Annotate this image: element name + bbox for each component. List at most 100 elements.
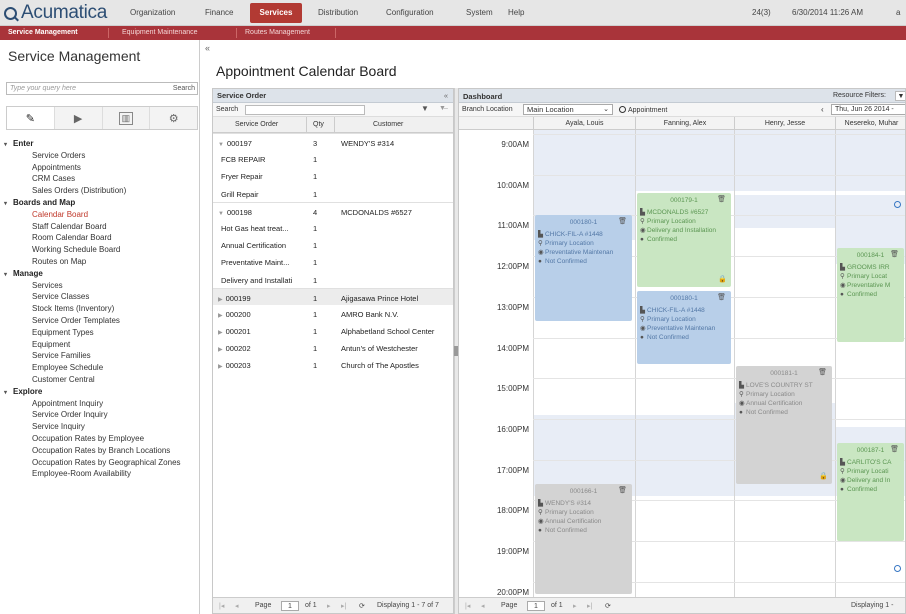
collapse-panel-icon[interactable]: « [205,43,210,53]
sidebar-item-equipment-types[interactable]: Equipment Types [4,327,200,339]
first-page-icon[interactable]: |◂ [219,602,224,610]
sidebar-item-service-order-inquiry[interactable]: Service Order Inquiry [4,409,200,421]
table-row[interactable]: Grill Repair 1 [213,185,453,202]
nav-finance[interactable]: Finance [205,8,233,17]
table-row[interactable]: ▼ 000197 3 WENDY'S #314 [213,133,453,150]
table-row[interactable]: ▼ 000198 4 MCDONALDS #6527 [213,201,453,219]
resource-header-fanning-alex[interactable]: Fanning, Alex [635,117,734,130]
tree-group-enter[interactable]: ▾ Enter [4,138,200,150]
table-row[interactable]: ▶ 000200 1 AMRO Bank N.V. [213,305,453,322]
trash-icon[interactable]: 🗑 [717,195,726,204]
refresh-icon[interactable]: ⟳ [605,602,611,610]
branch-location-select[interactable]: Main Location ⌄ [523,104,613,115]
resource-filter-icon[interactable]: ▼ [895,91,905,101]
previous-date-icon[interactable]: ‹ [821,105,824,114]
column-qty[interactable]: Qty [313,121,324,128]
collapse-icon[interactable]: ▶ [218,297,223,303]
trash-icon[interactable]: 🗑 [618,217,627,226]
last-page-icon[interactable]: ▸| [341,602,346,610]
tab-enter[interactable]: ✎ [7,107,55,129]
date-selector[interactable]: Thu, Jun 26 2014 - [831,104,905,115]
collapse-icon[interactable]: ▶ [218,313,223,319]
tab-reports[interactable]: ▥ [103,107,151,129]
table-row[interactable]: Fryer Repair 1 [213,167,453,184]
sidebar-item-service-classes[interactable]: Service Classes [4,291,200,303]
search-input[interactable]: Type your query here Search [6,82,198,95]
last-page-icon[interactable]: ▸| [587,602,592,610]
collapse-icon[interactable]: ▶ [218,364,223,370]
nav-system[interactable]: System [466,8,493,17]
appointment-card[interactable]: 000184-1 🗑 ▙ GROOMS IRR ⚲ Primary Locat ◉Preve… [837,248,904,342]
sidebar-item-employee-schedule[interactable]: Employee Schedule [4,362,200,374]
resource-header-henry-jesse[interactable]: Henry, Jesse [734,117,835,130]
sidebar-item-service-inquiry[interactable]: Service Inquiry [4,421,200,433]
trash-icon[interactable]: 🗑 [717,293,726,302]
table-row[interactable]: Annual Certification 1 [213,236,453,253]
page-input[interactable]: 1 [527,601,545,611]
sidebar-item-appointment-inquiry[interactable]: Appointment Inquiry [4,398,200,410]
table-row[interactable]: FCB REPAIR 1 [213,150,453,167]
collapse-icon[interactable]: ▶ [218,330,223,336]
sidebar-item-occupation-rates-by-employee[interactable]: Occupation Rates by Employee [4,433,200,445]
subnav-routes-management[interactable]: Routes Management [245,29,310,36]
table-row[interactable]: ▶ 000202 1 Antun's of Westchester [213,339,453,356]
clear-filter-icon[interactable]: ▼̶ [439,105,446,112]
sidebar-item-service-orders[interactable]: Service Orders [4,150,200,162]
logo[interactable]: Acumatica [4,2,107,24]
trash-icon[interactable]: 🗑 [818,368,827,377]
sidebar-item-service-order-templates[interactable]: Service Order Templates [4,315,200,327]
sidebar-item-working-schedule-board[interactable]: Working Schedule Board [4,244,200,256]
expand-icon[interactable]: ▼ [218,142,224,148]
tab-processes[interactable]: ▶ [55,107,103,129]
appointment-card[interactable]: 000181-1 🗑 ▙ LOVE'S COUNTRY ST ⚲ Primary Loca… [736,366,832,485]
collapse-icon[interactable]: ▶ [218,347,223,353]
nav-help[interactable]: Help [508,8,524,17]
prev-page-icon[interactable]: ◂ [235,602,239,610]
first-page-icon[interactable]: |◂ [465,602,470,610]
collapse-icon[interactable]: « [444,89,448,103]
nav-distribution[interactable]: Distribution [318,8,358,17]
sidebar-item-room-calendar-board[interactable]: Room Calendar Board [4,232,200,244]
sidebar-item-appointments[interactable]: Appointments [4,162,200,174]
filter-icon[interactable]: ▼ [421,104,429,113]
tree-group-manage[interactable]: ▾ Manage [4,268,200,280]
refresh-icon[interactable]: ⟳ [359,602,365,610]
trash-icon[interactable]: 🗑 [618,486,627,495]
notification-count[interactable]: 24(3) [752,8,771,17]
sidebar-item-service-families[interactable]: Service Families [4,350,200,362]
sidebar-item-staff-calendar-board[interactable]: Staff Calendar Board [4,221,200,233]
search-button[interactable]: Search [173,85,195,92]
nav-services[interactable]: Services [250,3,302,23]
table-row[interactable]: ▶ 000199 1 Ajigasawa Prince Hotel [213,287,453,305]
appointment-card[interactable]: 000179-1 🗑 ▙ MCDONALDS #6527 ⚲ Primary Locati… [637,193,731,287]
page-input[interactable]: 1 [281,601,299,611]
sidebar-item-routes-on-map[interactable]: Routes on Map [4,256,200,268]
table-row[interactable]: Hot Gas heat treat... 1 [213,219,453,236]
trash-icon[interactable]: 🗑 [890,250,899,259]
appointment-card[interactable]: 000166-1 🗑 ▙ WENDY'S #314 ⚲ Primary Location ◉… [535,484,632,594]
appointment-card[interactable]: 000187-1 🗑 ▙ CARLITO'S CA ⚲ Primary Locati ◉De… [837,443,904,542]
nav-organization[interactable]: Organization [130,8,175,17]
tab-settings[interactable]: ⚙ [150,107,197,129]
sidebar-item-stock-items-inventory[interactable]: Stock Items (Inventory) [4,303,200,315]
sidebar-item-crm-cases[interactable]: CRM Cases [4,173,200,185]
sidebar-item-employee-room-availability[interactable]: Employee-Room Availability [4,468,200,480]
table-row[interactable]: Preventative Maint... 1 [213,253,453,270]
service-order-search-input[interactable] [245,105,365,115]
column-customer[interactable]: Customer [373,121,403,128]
next-page-icon[interactable]: ▸ [327,602,331,610]
appointment-radio[interactable]: Appointment [619,106,667,114]
sidebar-item-calendar-board[interactable]: Calendar Board [4,209,200,221]
sidebar-item-services[interactable]: Services [4,280,200,292]
sidebar-item-occupation-rates-by-geographical-zones[interactable]: Occupation Rates by Geographical Zones [4,457,200,469]
resource-header-nesereko-muhar[interactable]: Nesereko, Muhar [835,117,905,130]
nav-configuration[interactable]: Configuration [386,8,434,17]
user-menu[interactable]: a [896,8,900,17]
tree-group-explore[interactable]: ▾ Explore [4,386,200,398]
table-row[interactable]: ▶ 000203 1 Church of The Apostles [213,356,453,373]
expand-icon[interactable]: ▼ [218,211,224,217]
sidebar-item-sales-orders-distribution[interactable]: Sales Orders (Distribution) [4,185,200,197]
table-row[interactable]: Delivery and Installati 1 [213,271,453,288]
appointment-card[interactable]: 000180-1 🗑 ▙ CHICK-FIL-A #1448 ⚲ Primary Loca… [535,215,632,322]
appointment-card[interactable]: 000180-1 🗑 ▙ CHICK-FIL-A #1448 ⚲ Primary Loca… [637,290,731,364]
